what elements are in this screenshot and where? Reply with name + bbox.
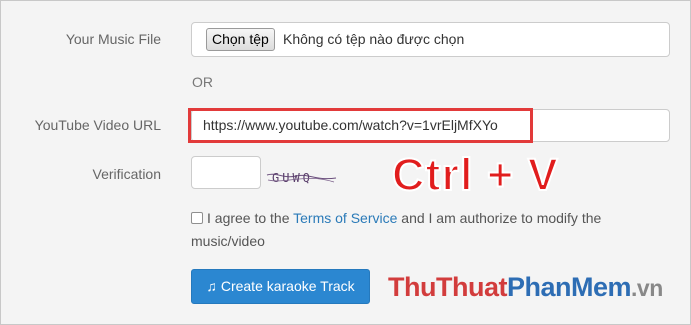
verification-input[interactable] (191, 156, 261, 189)
no-file-chosen-text: Không có tệp nào được chọn (283, 31, 465, 47)
url-highlight-box (188, 108, 533, 143)
verification-label: Verification (92, 166, 161, 182)
music-file-input[interactable]: Chọn tệp Không có tệp nào được chọn (191, 22, 670, 57)
music-note-icon: ♫ (206, 278, 217, 294)
create-button-label: Create karaoke Track (220, 278, 355, 294)
music-file-label: Your Music File (65, 31, 161, 47)
terms-agreement: I agree to the Terms of Service and I am… (191, 207, 651, 253)
captcha-image: GUWQ (266, 167, 338, 194)
agree-prefix-text: I agree to the (207, 210, 294, 226)
choose-file-button[interactable]: Chọn tệp (206, 28, 275, 51)
agree-checkbox[interactable] (191, 212, 203, 224)
shortcut-annotation: Ctrl + V (391, 148, 559, 201)
captcha-text: GUWQ (272, 171, 313, 185)
create-karaoke-button[interactable]: ♫ Create karaoke Track (191, 269, 370, 304)
terms-of-service-link[interactable]: Terms of Service (293, 210, 397, 226)
youtube-url-label: YouTube Video URL (34, 117, 161, 133)
or-separator: OR (192, 74, 213, 90)
watermark-logo: ThuThuatPhanMem.vn (388, 272, 663, 302)
